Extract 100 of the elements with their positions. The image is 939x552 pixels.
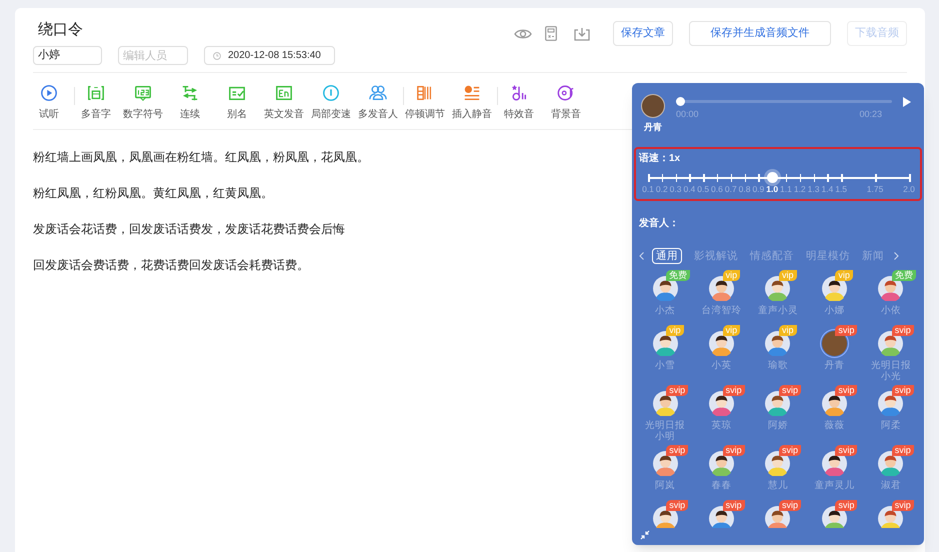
toolbar-button[interactable]: 试听 — [27, 84, 71, 122]
speed-thumb[interactable] — [766, 172, 778, 182]
speed-tick-label: 0.5 — [697, 183, 710, 195]
speed-tick-label: 1.2 — [794, 183, 806, 195]
editor-field[interactable]: 编辑人员 — [118, 46, 188, 65]
voice-name: 慧儿 — [766, 480, 789, 491]
voice-name: 英琼 — [710, 420, 733, 431]
speed-tick-label: 1.0 — [766, 183, 778, 195]
voice-name: 薇薇 — [823, 420, 846, 431]
toolbar-button[interactable]: 多发音人 — [356, 84, 400, 122]
text-paragraph: 粉红墙上画凤凰，凤凰画在粉红墙。红凤凰，粉凤凰，花凤凰。 — [33, 149, 369, 166]
toolbar-button[interactable]: 别名 — [215, 84, 259, 122]
voice-name: 小杰 — [654, 305, 676, 316]
playback-thumb[interactable] — [676, 97, 685, 106]
speed-tick-label: 0.1 — [642, 183, 654, 195]
tier-badge: svip — [892, 445, 914, 456]
tier-badge: svip — [892, 325, 914, 336]
voice-name: 小娜 — [823, 305, 846, 316]
voice-name: 小雪 — [654, 360, 676, 371]
calculator-icon[interactable] — [545, 26, 557, 41]
toolbar-button[interactable]: 停顿调节 — [403, 84, 447, 122]
speed-tick-label: 1.5 — [835, 183, 848, 195]
voice-name: 丹青 — [823, 360, 846, 371]
tier-badge: svip — [778, 385, 801, 396]
text-paragraph: 发废话会花话费，回发废话话费发，发废话花费话费会后悔 — [33, 221, 345, 238]
datetime-value: 2020-12-08 15:53:40 — [228, 49, 321, 63]
header-button[interactable]: 保存并生成音频文件 — [689, 21, 831, 46]
tier-badge: svip — [666, 385, 688, 396]
voice-photo-placeholder — [641, 94, 665, 118]
voice-name: 阿岚 — [654, 480, 676, 491]
play-icon[interactable] — [903, 97, 911, 107]
tier-badge: 免费 — [666, 270, 690, 281]
tier-badge: svip — [835, 325, 858, 336]
speed-tick-label: 2.0 — [903, 183, 915, 195]
voice-name: 阿娇 — [766, 420, 789, 431]
voice-name: 小依 — [880, 305, 902, 316]
toolbar-button[interactable]: 背景音 — [544, 84, 588, 122]
author-field[interactable]: 小婷 — [33, 46, 102, 65]
speed-label: 语速：1x — [639, 152, 682, 165]
tier-badge: vip — [778, 270, 796, 281]
elapsed-time: 00:00 — [676, 108, 699, 121]
toolbar-button[interactable]: 多音字 — [74, 84, 118, 122]
toolbar-button[interactable]: 英文发音 — [262, 84, 306, 122]
voice-name: 童声灵儿 — [813, 480, 856, 491]
tier-badge: svip — [892, 500, 914, 511]
voice-name: 光明日报小光 — [870, 360, 912, 382]
voice-name: 光明日报小明 — [644, 420, 686, 442]
tier-badge: 免费 — [892, 270, 916, 281]
tier-badge: vip — [722, 270, 740, 281]
toolbar-button[interactable]: 插入静音 — [450, 84, 494, 122]
text-paragraph: 回发废话会费话费，花费话费回发废话会耗费话费。 — [33, 257, 309, 274]
speed-tick-label: 0.9 — [752, 183, 764, 195]
document-title: 绕口令 — [38, 20, 84, 40]
tier-badge: svip — [892, 385, 914, 396]
tier-badge: svip — [778, 445, 801, 456]
speed-tick-label: 1.1 — [780, 183, 792, 195]
clock-icon — [213, 52, 221, 60]
tier-badge: vip — [835, 270, 853, 281]
speed-tick-label: 0.2 — [656, 183, 668, 195]
voice-name: 童声小灵 — [756, 305, 799, 316]
speed-tick-label: 1.75 — [866, 183, 884, 195]
voice-name: 春春 — [710, 480, 733, 491]
tier-badge: svip — [666, 445, 688, 456]
tier-badge: svip — [835, 500, 858, 511]
speed-tick-label: 0.4 — [683, 183, 696, 195]
tier-badge: svip — [666, 500, 688, 511]
current-voice-name: 丹青 — [644, 122, 662, 133]
text-paragraph: 粉红凤凰，红粉凤凰。黄红凤凰，红黄凤凰。 — [33, 185, 273, 202]
voice-category-tab[interactable]: 通用 — [652, 248, 682, 264]
toolbar-button[interactable]: 特效音 — [497, 84, 541, 122]
voice-name: 淑君 — [880, 480, 902, 491]
chevron-right-icon[interactable] — [894, 252, 899, 260]
speed-tick-label: 0.7 — [724, 183, 737, 195]
datetime-field[interactable]: 2020-12-08 15:53:40 — [204, 46, 335, 65]
tier-badge: svip — [835, 445, 858, 456]
preview-eye-icon[interactable] — [514, 28, 532, 40]
tier-badge: svip — [722, 445, 745, 456]
collapse-icon[interactable] — [640, 530, 650, 540]
tier-badge: svip — [835, 385, 858, 396]
voices-label: 发音人： — [638, 217, 680, 230]
header-button[interactable]: 保存文章 — [613, 21, 673, 46]
chevron-left-icon[interactable] — [639, 252, 644, 260]
tier-badge: svip — [778, 500, 801, 511]
toolbar-button[interactable]: 数字符号 — [121, 84, 165, 122]
voice-name: 台湾智玲 — [700, 305, 743, 316]
tier-badge: vip — [778, 325, 796, 336]
tier-badge: svip — [722, 500, 745, 511]
playback-track[interactable] — [676, 100, 892, 103]
toolbar-button[interactable]: 局部变速 — [309, 84, 353, 122]
speed-tick-label: 0.8 — [738, 183, 750, 195]
speed-tick-label: 1.4 — [821, 183, 834, 195]
download-icon[interactable] — [574, 26, 590, 40]
tier-badge: vip — [722, 325, 740, 336]
duration-time: 00:23 — [859, 108, 882, 121]
voice-name: 小英 — [710, 360, 733, 371]
tier-badge: vip — [666, 325, 684, 336]
toolbar-button[interactable]: 连续 — [168, 84, 212, 122]
speed-tick-label: 0.6 — [711, 183, 723, 195]
speed-tick-label: 0.3 — [670, 183, 682, 195]
speed-tick-label: 1.3 — [808, 183, 820, 195]
